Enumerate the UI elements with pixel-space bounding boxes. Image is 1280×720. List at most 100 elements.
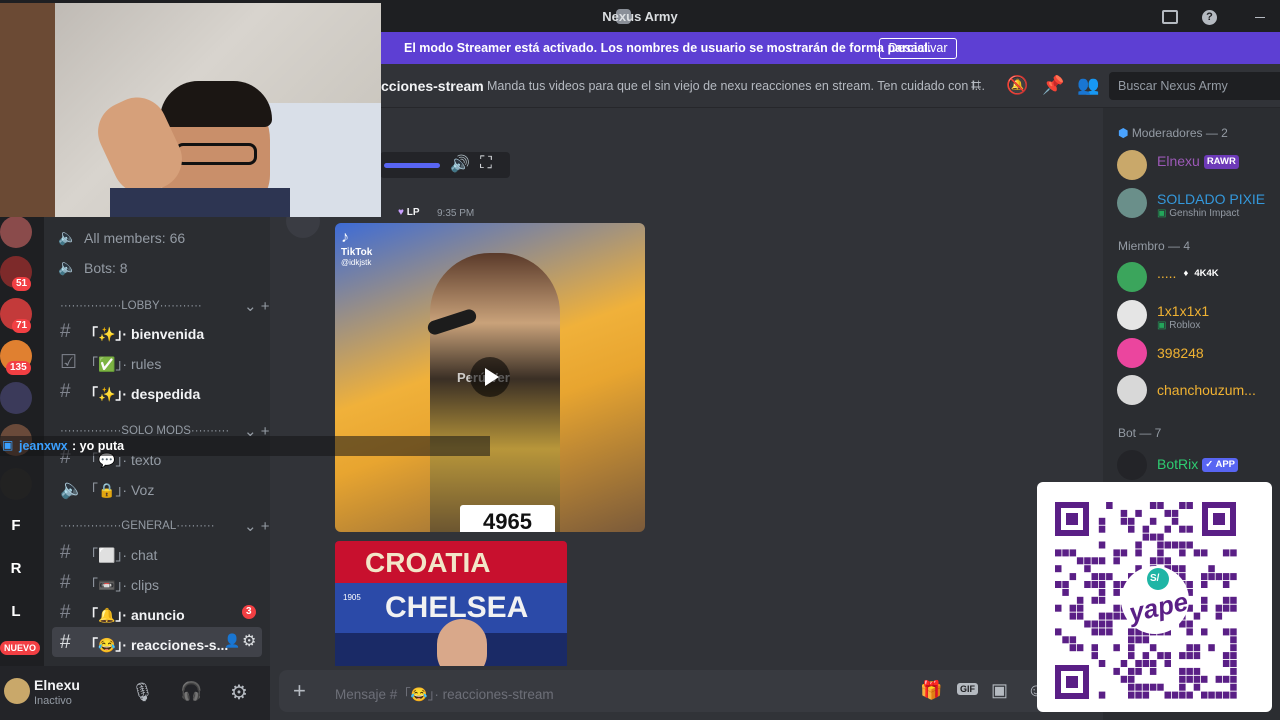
message-input[interactable]: + Mensaje #「😂」· reacciones-stream 🎁 GIF … [279,670,1094,712]
person-head [437,619,487,666]
qr-module [1076,612,1084,620]
sticker-icon[interactable]: ▣ [991,680,1008,701]
invite-icon[interactable]: 👤 [224,633,240,649]
qr-module [1113,667,1120,675]
channel-voz[interactable]: 🔈 「🔒」· Voz [44,472,270,502]
member-item[interactable]: SOLDADO PIXIE ▣ Genshin Impact [1117,184,1280,224]
member-item[interactable]: ..... ♦ 4K4K [1117,258,1280,298]
qr-module [1055,549,1062,557]
qr-module [1120,675,1128,683]
qr-module [1186,581,1193,588]
server-icon[interactable]: L [0,596,32,628]
yape-qr-code: S/ yape [1037,482,1272,712]
qr-module [1055,604,1062,612]
notification-off-icon[interactable]: 🔕 [1006,75,1028,96]
server-icon[interactable] [0,382,32,414]
qr-module [1135,509,1142,517]
avatar[interactable] [4,678,30,704]
qr-module [1164,557,1171,565]
category-general[interactable]: ················GENERAL·········· ⌄ + [60,518,270,535]
video-embed[interactable]: CROATIA 1905 CHELSEA [335,541,567,666]
inbox-icon[interactable] [1162,10,1178,24]
gear-icon[interactable]: ⚙ [230,680,248,705]
qr-module [1069,573,1077,581]
avatar [1117,188,1147,218]
channel-reacciones-stream[interactable]: # 「😂」· reacciones-s... 👤 ⚙ [52,627,262,657]
help-icon[interactable]: ? [1202,10,1217,25]
qr-module [1076,604,1084,612]
search-input[interactable]: Buscar Nexus Army [1109,72,1280,100]
composer-area: + Mensaje #「😂」· reacciones-stream 🎁 GIF … [270,666,1103,720]
video-embed[interactable]: ♪ TikTok @idkjstk Perú Ver 4965 [335,223,645,532]
qr-module [1208,691,1215,699]
server-icon[interactable] [0,216,32,248]
volume-icon[interactable]: 🔊 [450,154,470,174]
channel-bienvenida[interactable]: # 「✨」· bienvenida [44,316,270,346]
qr-module [1098,541,1106,549]
qr-module [1179,502,1186,509]
member-group-header: Bot — 7 [1118,426,1162,440]
qr-module [1142,533,1150,541]
gift-icon[interactable]: 🎁 [920,680,942,701]
add-attachment-icon[interactable]: + [293,678,306,704]
server-icon[interactable]: F [0,510,32,542]
channel-clips[interactable]: # 「📼」· clips [44,567,270,597]
role-tag: ♥ LP [398,207,420,218]
qr-module [1230,652,1237,660]
qr-module [1164,652,1171,660]
channel-topic[interactable]: Manda tus videos para que el sin viejo d… [487,79,985,93]
member-item[interactable]: BotRix ✓ APP [1117,446,1280,486]
qr-module [1230,636,1237,644]
channel-anuncio[interactable]: # 「🔔」· anuncio 3 [44,597,270,627]
gif-icon[interactable]: GIF [957,683,978,695]
person-shirt [110,188,290,217]
qr-module [1201,675,1208,683]
qr-module [1062,581,1069,588]
server-icon[interactable]: R [0,553,32,585]
add-channel-icon[interactable]: ⌄ + [244,517,270,535]
qr-module [1186,691,1193,699]
qr-module [1222,675,1230,683]
qr-module [1222,604,1230,612]
threads-icon[interactable]: ⌗ [971,75,981,96]
headphones-icon[interactable]: 🎧 [180,681,202,702]
qr-module [1098,588,1106,596]
qr-module [1113,604,1120,612]
qr-module [1149,557,1157,565]
member-item[interactable]: 1x1x1x1 ▣ Roblox [1117,296,1280,336]
minimize-icon[interactable] [1255,17,1265,18]
member-list-icon[interactable]: 👥 [1077,75,1099,96]
qr-module [1128,517,1135,525]
qr-module [1157,533,1164,541]
channel-despedida[interactable]: # 「✨」· despedida [44,376,270,406]
qr-module [1128,667,1135,675]
member-item[interactable]: 398248 [1117,334,1280,374]
qr-module [1135,636,1142,644]
channel-chat[interactable]: # 「⬜」· chat [44,537,270,567]
member-item[interactable]: chanchouzum... [1117,371,1280,411]
microphone-icon[interactable]: 🎙 [131,682,154,703]
category-lobby[interactable]: ················LOBBY··········· ⌄ + [60,298,270,315]
channel-rules[interactable]: ☑ 「✅」· rules [44,346,270,376]
pin-icon[interactable]: 📌 [1042,75,1064,96]
channel-header: cciones-stream Manda tus videos para que… [381,64,1280,108]
channel-name: cciones-stream [381,78,484,94]
play-button[interactable] [470,357,510,397]
streamer-mode-message: El modo Streamer está activado. Los nomb… [404,41,932,55]
member-item[interactable]: Elnexu RAWR [1117,146,1280,186]
qr-module [1091,581,1098,588]
qr-module [1062,549,1069,557]
user-status: Inactivo [34,695,72,707]
gear-icon[interactable]: ⚙ [242,631,256,651]
qr-module [1193,644,1201,652]
qr-module [1179,667,1186,675]
add-channel-icon[interactable]: ⌄ + [244,297,270,315]
qr-module [1230,683,1237,691]
qr-module [1091,652,1098,660]
server-icon[interactable] [0,468,32,500]
qr-module [1069,612,1077,620]
fullscreen-icon[interactable]: ⛶ [480,153,492,173]
progress-bar[interactable] [384,163,440,168]
disable-streamer-button[interactable]: Desactivar [879,38,957,59]
webcam-overlay [0,3,381,217]
